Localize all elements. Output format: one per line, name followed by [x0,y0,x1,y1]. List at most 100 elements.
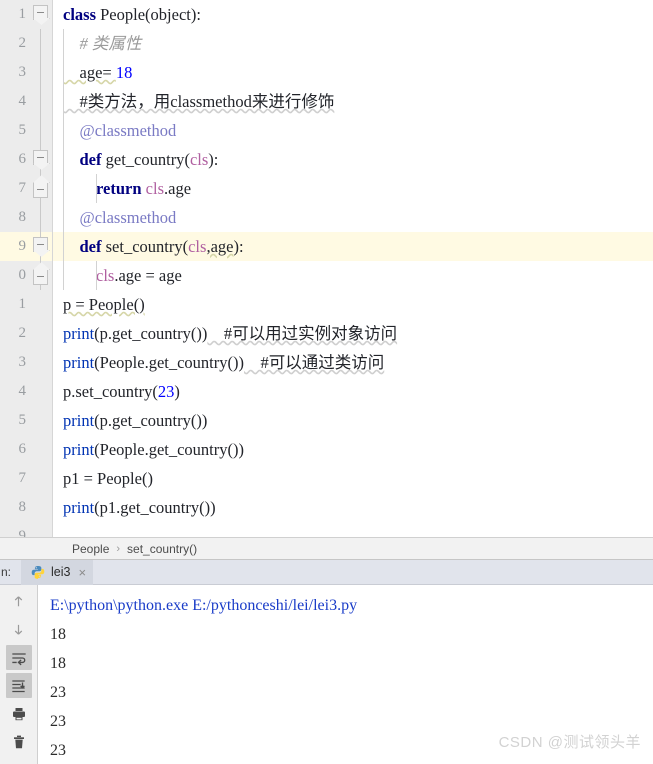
editor-line[interactable]: 1 p = People() [0,290,653,319]
code-token: print [63,498,94,517]
trash-icon[interactable] [6,729,32,754]
code-text[interactable]: print(p.get_country()) [53,406,653,435]
fold-marker-icon[interactable] [33,270,48,285]
editor-line[interactable]: 4p.set_country(23) [0,377,653,406]
fold-gutter[interactable] [30,116,52,145]
code-token: #类方法，用classmethod来进行修饰 [63,92,334,111]
editor-line[interactable]: 8print(p1.get_country()) [0,493,653,522]
code-token: print [63,440,94,459]
code-token: (p.get_country()) [94,411,207,430]
indent-guide [63,145,64,174]
fold-gutter[interactable] [30,261,52,290]
line-number: 3 [0,58,30,87]
fold-gutter[interactable] [30,377,52,406]
code-token: return [63,179,146,198]
editor-line[interactable]: 3print(People.get_country()) #可以通过类访问 [0,348,653,377]
close-icon[interactable]: × [76,566,86,579]
fold-connector-line [40,203,41,232]
editor-line[interactable]: 2print(p.get_country()) #可以用过实例对象访问 [0,319,653,348]
editor-line[interactable]: 0 cls.age = age [0,261,653,290]
editor-line[interactable]: 7p1 = People() [0,464,653,493]
code-text[interactable]: @classmethod [53,116,653,145]
fold-gutter[interactable] [30,406,52,435]
code-text[interactable]: return cls.age [53,174,653,203]
fold-gutter[interactable] [30,145,52,174]
code-text[interactable]: @classmethod [53,203,653,232]
code-text[interactable] [53,522,653,537]
fold-gutter[interactable] [30,348,52,377]
code-token: cls [190,150,208,169]
fold-gutter[interactable] [30,319,52,348]
code-text[interactable]: age= 18 [53,58,653,87]
indent-guide [63,116,64,145]
editor-line[interactable]: 6print(People.get_country()) [0,435,653,464]
breadcrumb-item-method[interactable]: set_country() [127,542,197,556]
print-icon[interactable] [6,701,32,726]
editor-line[interactable]: 6 def get_country(cls): [0,145,653,174]
code-text[interactable]: # 类属性 [53,29,653,58]
fold-gutter[interactable] [30,87,52,116]
fold-marker-icon[interactable] [33,5,48,20]
breadcrumb-separator-icon: › [116,543,120,555]
run-tab-lei3[interactable]: lei3 × [21,560,93,585]
code-editor[interactable]: 1 class People(object):2 # 类属性3 age= 184 … [0,0,653,537]
fold-marker-icon[interactable] [33,150,48,165]
fold-gutter[interactable] [30,493,52,522]
fold-gutter[interactable] [30,464,52,493]
line-number: 1 [0,290,30,319]
line-number: 5 [0,116,30,145]
code-text[interactable]: print(p.get_country()) #可以用过实例对象访问 [53,319,653,348]
fold-marker-icon[interactable] [33,183,48,198]
indent-guide [63,87,64,116]
editor-line[interactable]: 9 [0,522,653,537]
editor-line[interactable]: 3 age= 18 [0,58,653,87]
fold-connector-line [40,29,41,58]
code-text[interactable]: print(People.get_country()) #可以通过类访问 [53,348,653,377]
editor-line[interactable]: 1 class People(object): [0,0,653,29]
editor-line[interactable]: 9 def set_country(cls,age): [0,232,653,261]
console-output-line: 18 [50,649,653,678]
fold-gutter[interactable] [30,435,52,464]
run-console: E:\python\python.exe E:/pythonceshi/lei/… [0,585,653,764]
editor-line[interactable]: 5 @classmethod [0,116,653,145]
fold-gutter[interactable] [30,174,52,203]
fold-gutter[interactable] [30,522,52,537]
code-text[interactable]: def set_country(cls,age): [53,232,653,261]
indent-guide [63,203,64,232]
soft-wrap-icon[interactable] [6,645,32,670]
code-token: .age = age [114,266,181,285]
fold-gutter[interactable] [30,29,52,58]
fold-gutter[interactable] [30,58,52,87]
line-number: 0 [0,261,30,290]
editor-line[interactable]: 8 @classmethod [0,203,653,232]
code-text[interactable]: def get_country(cls): [53,145,653,174]
code-text[interactable]: cls.age = age [53,261,653,290]
code-text[interactable]: p1 = People() [53,464,653,493]
editor-line[interactable]: 7 return cls.age [0,174,653,203]
code-text[interactable]: print(p1.get_country()) [53,493,653,522]
fold-gutter[interactable] [30,290,52,319]
run-tab-label: lei3 [51,565,70,579]
scroll-to-end-icon[interactable] [6,673,32,698]
code-text[interactable]: p = People() [53,290,653,319]
fold-marker-icon[interactable] [33,237,48,252]
code-text[interactable]: class People(object): [53,0,653,29]
fold-gutter[interactable] [30,203,52,232]
code-text[interactable]: print(People.get_country()) [53,435,653,464]
up-arrow-icon[interactable] [6,589,32,614]
down-arrow-icon[interactable] [6,617,32,642]
code-token: # 类属性 [63,34,141,53]
editor-line[interactable]: 4 #类方法，用classmethod来进行修饰 [0,87,653,116]
console-output[interactable]: E:\python\python.exe E:/pythonceshi/lei/… [38,585,653,764]
fold-gutter[interactable] [30,0,52,29]
code-token: 23 [158,382,175,401]
fold-gutter[interactable] [30,232,52,261]
code-token: set_country [106,237,183,256]
code-text[interactable]: #类方法，用classmethod来进行修饰 [53,87,653,116]
editor-line[interactable]: 5print(p.get_country()) [0,406,653,435]
breadcrumb-item-class[interactable]: People [72,542,109,556]
line-number: 1 [0,0,30,29]
editor-line[interactable]: 2 # 类属性 [0,29,653,58]
code-token: 18 [116,63,133,82]
code-text[interactable]: p.set_country(23) [53,377,653,406]
